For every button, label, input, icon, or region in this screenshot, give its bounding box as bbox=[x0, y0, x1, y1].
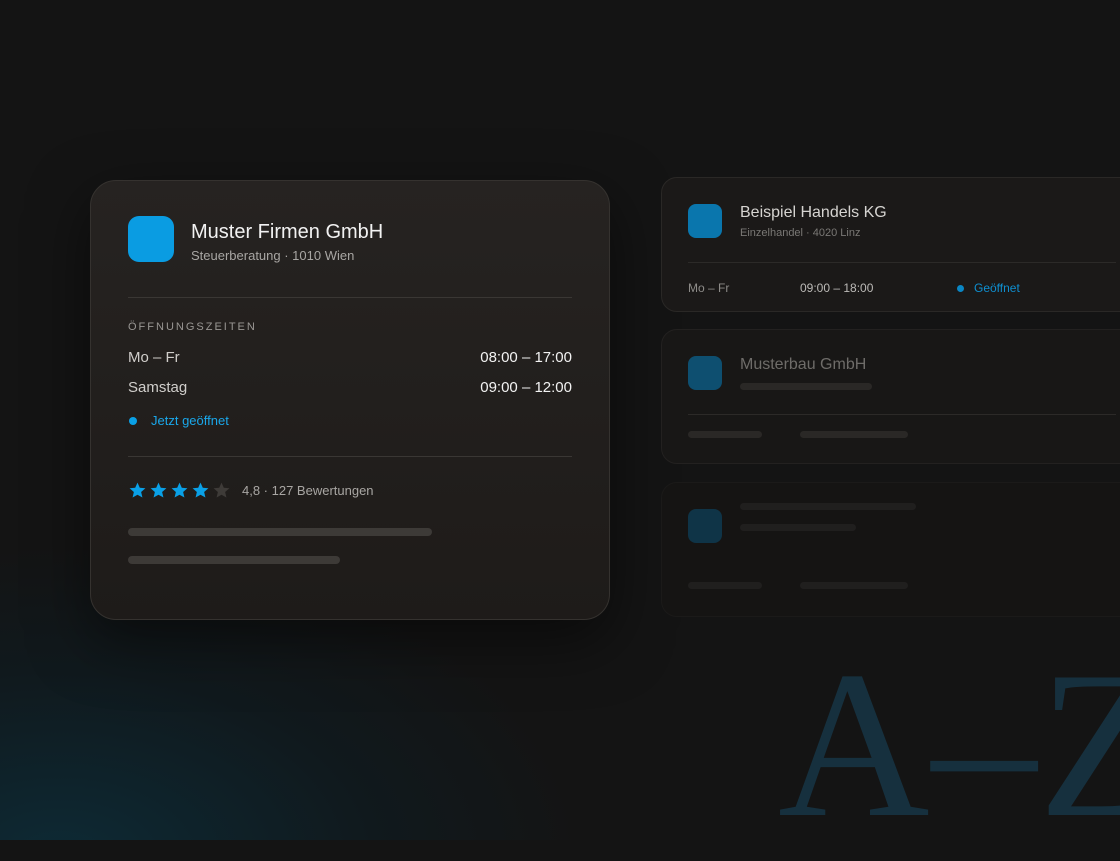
star-filled-icon bbox=[129, 482, 146, 498]
rating-text: 4,8 · 127 Bewertungen bbox=[242, 483, 374, 498]
listing-card[interactable]: Beispiel Handels KG Einzelhandel · 4020 … bbox=[661, 177, 1120, 312]
placeholder-line bbox=[740, 503, 916, 510]
star-filled-icon bbox=[171, 482, 188, 498]
star-filled-icon bbox=[192, 482, 209, 498]
placeholder-line bbox=[740, 383, 872, 390]
listing-subtitle: Einzelhandel · 4020 Linz bbox=[740, 227, 861, 239]
rating-stars bbox=[128, 481, 231, 500]
company-logo-icon bbox=[128, 216, 174, 262]
company-logo-icon bbox=[688, 509, 722, 543]
star-empty-icon bbox=[213, 482, 230, 498]
divider bbox=[128, 297, 572, 298]
listing-hours-day: Mo – Fr bbox=[688, 281, 730, 295]
divider bbox=[688, 262, 1116, 263]
listing-name: Beispiel Handels KG bbox=[740, 204, 887, 221]
company-logo-icon bbox=[688, 204, 722, 238]
company-logo-icon bbox=[688, 356, 722, 390]
hours-time: 08:00 – 17:00 bbox=[480, 349, 572, 366]
placeholder-line bbox=[740, 524, 856, 531]
placeholder-line bbox=[128, 556, 340, 564]
hours-day: Samstag bbox=[128, 379, 188, 396]
listing-hours-time: 09:00 – 18:00 bbox=[800, 281, 874, 295]
placeholder-line bbox=[688, 431, 762, 438]
divider bbox=[128, 456, 572, 457]
listing-status: Geöffnet bbox=[974, 281, 1020, 295]
company-subtitle: Steuerberatung · 1010 Wien bbox=[191, 248, 355, 263]
company-name: Muster Firmen GmbH bbox=[191, 221, 384, 243]
placeholder-line bbox=[800, 582, 908, 589]
featured-company-card[interactable]: Muster Firmen GmbH Steuerberatung · 1010… bbox=[90, 180, 610, 620]
hours-time: 09:00 – 12:00 bbox=[480, 379, 572, 396]
listing-card-skeleton bbox=[661, 482, 1120, 617]
hours-day: Mo – Fr bbox=[128, 349, 180, 366]
open-status-dot-icon bbox=[129, 417, 137, 425]
open-status-dot-icon bbox=[957, 285, 964, 292]
placeholder-line bbox=[800, 431, 908, 438]
listing-card[interactable]: Musterbau GmbH bbox=[661, 329, 1120, 464]
star-filled-icon bbox=[150, 482, 167, 498]
hours-heading: ÖFFNUNGSZEITEN bbox=[128, 321, 257, 333]
placeholder-line bbox=[128, 528, 432, 536]
open-status-text: Jetzt geöffnet bbox=[151, 413, 229, 428]
listing-name: Musterbau GmbH bbox=[740, 356, 867, 373]
az-watermark: A–Z bbox=[778, 629, 1120, 861]
placeholder-line bbox=[688, 582, 762, 589]
divider bbox=[688, 414, 1116, 415]
